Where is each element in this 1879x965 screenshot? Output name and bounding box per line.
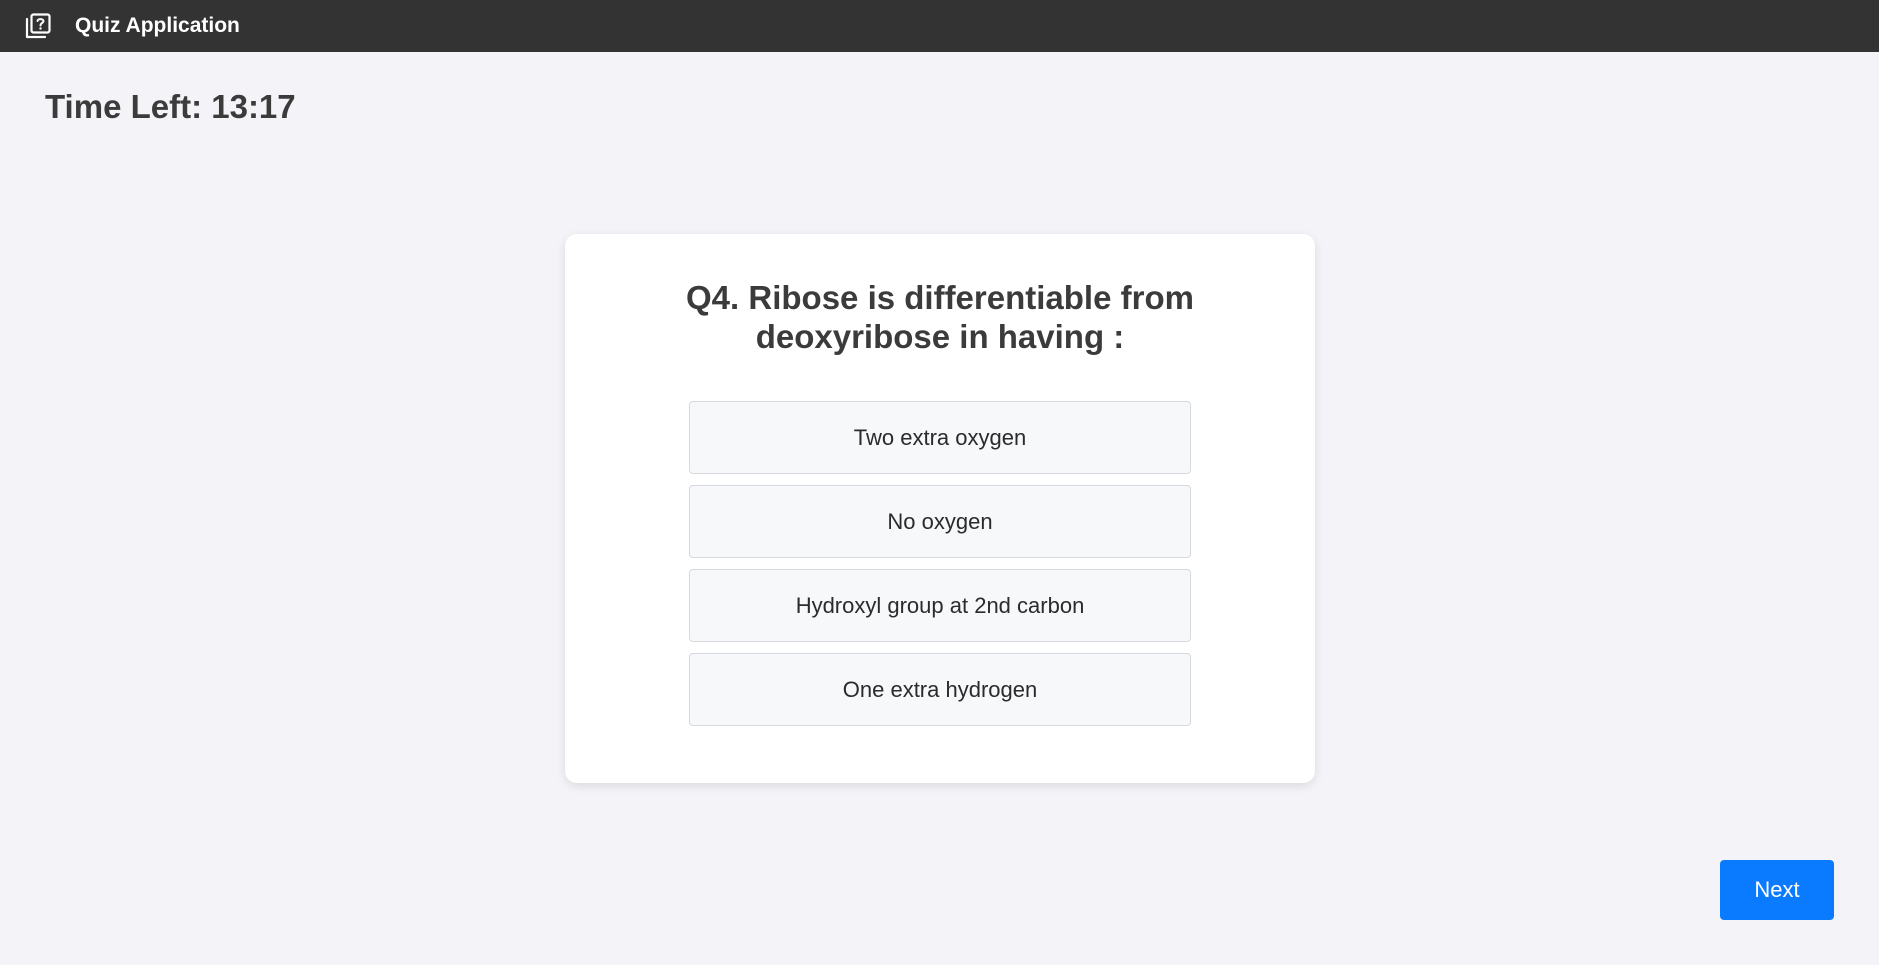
app-header: Quiz Application — [0, 0, 1879, 52]
answer-option-1[interactable]: Two extra oxygen — [689, 401, 1191, 474]
question-card: Q4. Ribose is differentiable from deoxyr… — [565, 234, 1315, 783]
answer-options: Two extra oxygen No oxygen Hydroxyl grou… — [689, 401, 1191, 737]
answer-option-3[interactable]: Hydroxyl group at 2nd carbon — [689, 569, 1191, 642]
app-title: Quiz Application — [75, 14, 240, 37]
answer-option-2[interactable]: No oxygen — [689, 485, 1191, 558]
question-text: Q4. Ribose is differentiable from deoxyr… — [686, 279, 1194, 355]
next-button[interactable]: Next — [1720, 860, 1834, 920]
time-left-label: Time Left: 13:17 — [45, 88, 296, 125]
answer-option-4[interactable]: One extra hydrogen — [689, 653, 1191, 726]
quiz-question-icon — [24, 12, 52, 40]
